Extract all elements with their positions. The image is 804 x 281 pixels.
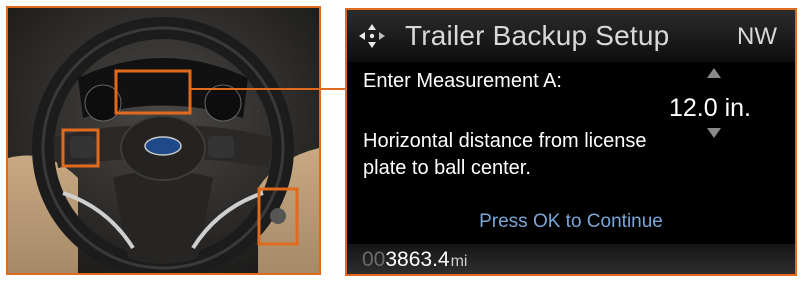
odometer-bar: 003863.4mi bbox=[347, 244, 795, 274]
measurement-description: Horizontal distance from license plate t… bbox=[363, 130, 647, 179]
cluster-display-screen: Trailer Backup Setup NW Enter Measuremen… bbox=[345, 8, 797, 276]
odometer-readout: 003863.4mi bbox=[362, 248, 467, 272]
measurement-value[interactable]: 12.0 in. bbox=[669, 94, 751, 123]
callout-connector-line bbox=[190, 88, 345, 90]
odometer-unit: mi bbox=[450, 253, 468, 270]
down-arrow-icon[interactable] bbox=[707, 128, 721, 138]
odometer-value: 3863.4 bbox=[385, 248, 450, 271]
odometer-leading-zeros: 00 bbox=[362, 248, 386, 271]
steering-wheel-photo bbox=[6, 6, 321, 275]
display-title: Trailer Backup Setup bbox=[405, 20, 670, 51]
compass-heading: NW bbox=[737, 23, 777, 50]
display-header: Trailer Backup Setup NW bbox=[347, 10, 795, 62]
continue-prompt[interactable]: Press OK to Continue bbox=[347, 211, 795, 233]
up-arrow-icon[interactable] bbox=[707, 68, 721, 78]
measurement-prompt: Enter Measurement A: bbox=[363, 70, 562, 92]
four-way-nav-icon[interactable] bbox=[357, 22, 387, 50]
ford-logo bbox=[144, 136, 182, 156]
